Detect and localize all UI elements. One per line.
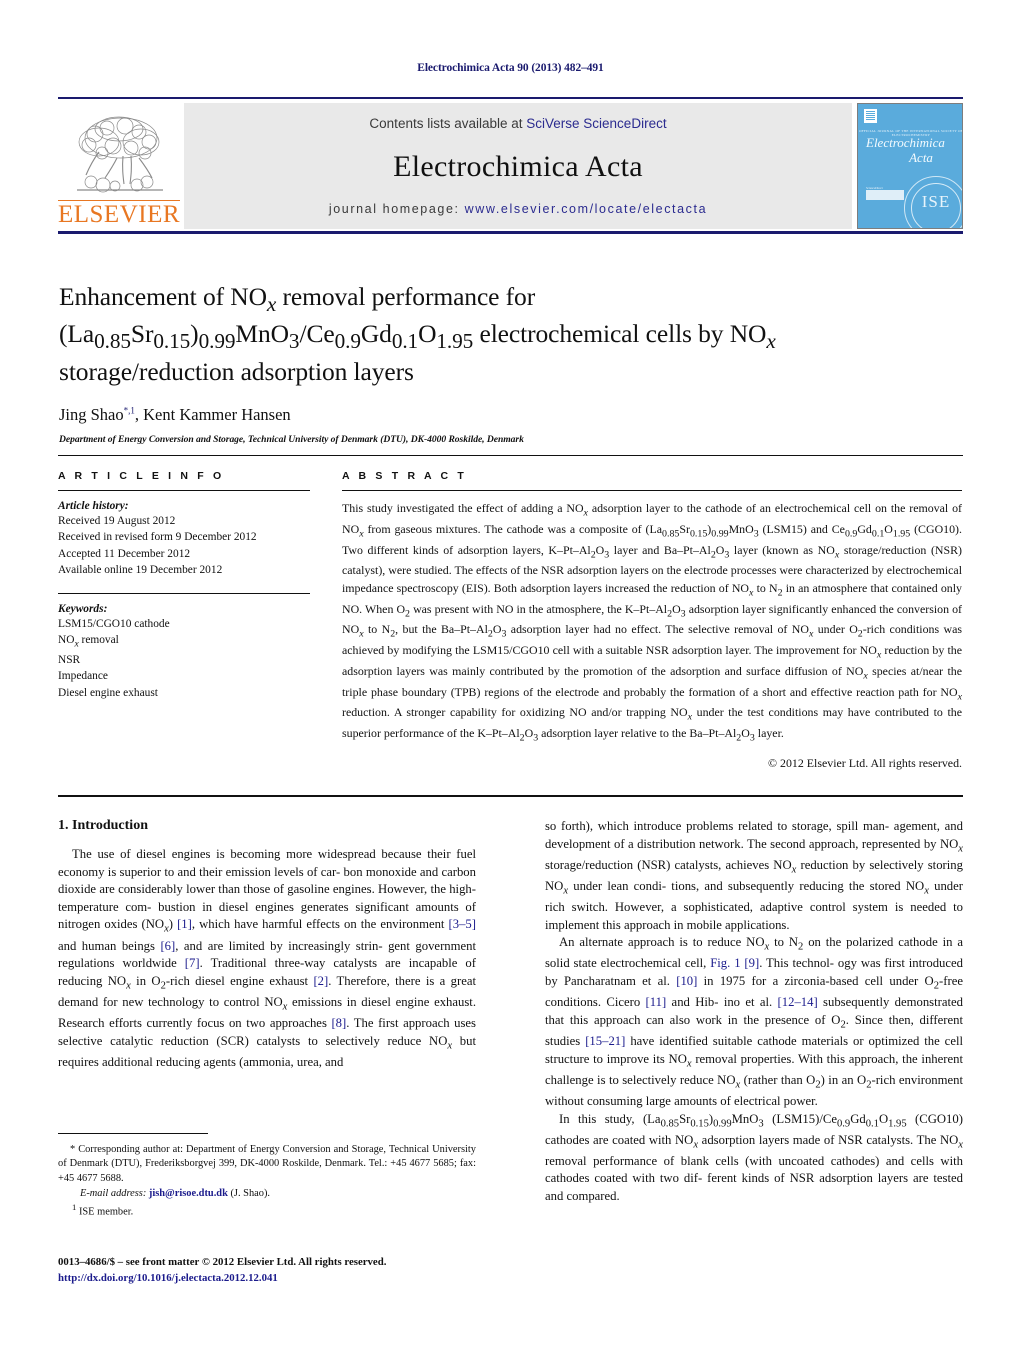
citation-link[interactable]: [8]	[331, 1016, 346, 1030]
section-heading-introduction: 1. Introduction	[58, 818, 148, 833]
journal-homepage-link[interactable]: www.elsevier.com/locate/electacta	[465, 202, 707, 216]
article-history-heading: Article history:	[58, 500, 129, 512]
contents-list-line: Contents lists available at SciVerse Sci…	[369, 116, 666, 131]
citation-link[interactable]: [3–5]	[449, 917, 476, 931]
running-head: Electrochimica Acta 90 (2013) 482–491	[417, 62, 604, 74]
abstract-bottom-rule	[58, 795, 963, 797]
masthead-bottom-rule	[58, 231, 963, 234]
keywords-block: Keywords: LSM15/CGO10 cathode NOx remova…	[58, 592, 310, 702]
paragraph: The use of diesel engines is becoming mo…	[58, 847, 477, 1069]
author-name-2: , Kent Kammer Hansen	[134, 405, 291, 425]
title-block: Enhancement of NOx removal performance f…	[59, 281, 889, 445]
journal-cover-thumbnail: OFFICIAL JOURNAL OF THE INTERNATIONAL SO…	[857, 103, 963, 229]
email-label: E-mail address:	[80, 1187, 147, 1199]
figure-link[interactable]: Fig. 1	[710, 956, 740, 970]
cover-publisher-mark-icon	[864, 109, 877, 123]
cover-title: Electrochimica Acta	[866, 135, 945, 165]
paragraph: In this study, (La0.85Sr0.15)0.99MnO3 (L…	[545, 1111, 963, 1204]
abstract-label: A B S T R A C T	[342, 470, 467, 482]
citation-link[interactable]: [2]	[313, 974, 328, 988]
email-suffix: (J. Shao).	[230, 1187, 271, 1199]
author-name-1: Jing Shao	[59, 405, 124, 425]
corresponding-author-footnote: * Corresponding author at: Department of…	[58, 1144, 476, 1184]
elsevier-logo: ELSEVIER	[57, 103, 181, 229]
abstract-divider	[342, 490, 962, 491]
masthead-center-band: Contents lists available at SciVerse Sci…	[184, 103, 852, 229]
imprint-block: 0013–4686/$ – see front matter © 2012 El…	[58, 1255, 558, 1286]
journal-masthead: ELSEVIER Contents lists available at Sci…	[57, 97, 963, 229]
page-title: Enhancement of NOx removal performance f…	[59, 282, 776, 386]
journal-homepage-line: journal homepage: www.elsevier.com/locat…	[329, 202, 707, 216]
body-column-left: 1. Introduction The use of diesel engine…	[58, 818, 476, 1071]
keyword-item: Impedance	[58, 670, 108, 683]
abstract-column: A B S T R A C T This study investigated …	[342, 470, 962, 771]
ise-society-logo-icon: ISE	[904, 176, 962, 228]
elsevier-tree-icon	[77, 116, 163, 193]
article-history-item: Received in revised form 9 December 2012	[58, 531, 257, 544]
email-address-link[interactable]: jish@risoe.dtu.dk	[149, 1188, 228, 1199]
keywords-divider	[58, 592, 310, 594]
numbered-footnote: 1 ISE member.	[58, 1202, 476, 1220]
footnote-text: ISE member.	[78, 1206, 134, 1218]
cover-title-line1: Electrochimica	[866, 135, 945, 150]
citation-link[interactable]: [10]	[676, 974, 697, 988]
corresponding-author-marker[interactable]: *,1	[124, 406, 135, 416]
article-history-item: Received 19 August 2012	[58, 515, 176, 527]
journal-title: Electrochimica Acta	[393, 149, 643, 183]
article-history-item: Accepted 11 December 2012	[58, 547, 191, 560]
citation-link[interactable]: [1]	[177, 917, 192, 931]
keyword-item: Diesel engine exhaust	[58, 686, 158, 699]
author-list: Jing Shao*,1, Kent Kammer Hansen	[59, 405, 889, 425]
citation-link[interactable]: [15–21]	[585, 1034, 625, 1048]
citation-link[interactable]: [11]	[646, 995, 667, 1009]
article-info-divider	[58, 490, 310, 491]
abstract-text: This study investigated the effect of ad…	[342, 501, 963, 744]
article-history-item: Available online 19 December 2012	[58, 564, 223, 577]
imprint-line: 0013–4686/$ – see front matter © 2012 El…	[58, 1256, 387, 1268]
email-footnote: E-mail address: jish@risoe.dtu.dk (J. Sh…	[58, 1187, 476, 1201]
keyword-item: LSM15/CGO10 cathode	[58, 617, 170, 630]
info-section-top-rule	[58, 455, 963, 456]
sciencedirect-link[interactable]: SciVerse ScienceDirect	[526, 116, 666, 131]
keyword-item: NSR	[58, 654, 81, 667]
paragraph: An alternate approach is to reduce NOx t…	[545, 935, 964, 1108]
article-info-label: A R T I C L E I N F O	[58, 470, 225, 482]
citation-link[interactable]: [6]	[160, 939, 175, 953]
journal-article-page: Electrochimica Acta 90 (2013) 482–491 EL…	[0, 0, 1021, 1351]
body-column-right: so forth), which introduce problems rela…	[545, 818, 963, 1206]
footnotes-block: * Corresponding author at: Department of…	[58, 1143, 476, 1220]
paragraph: so forth), which introduce problems rela…	[545, 819, 963, 932]
keywords-heading: Keywords:	[58, 602, 108, 615]
article-info-column: A R T I C L E I N F O Article history: R…	[58, 470, 310, 701]
keyword-item: NOx removal	[58, 634, 119, 650]
elsevier-wordmark: ELSEVIER	[57, 200, 181, 228]
affiliation: Department of Energy Conversion and Stor…	[59, 434, 524, 446]
abstract-copyright: © 2012 Elsevier Ltd. All rights reserved…	[768, 756, 962, 771]
citation-link[interactable]: [12–14]	[778, 995, 818, 1009]
homepage-prefix: journal homepage:	[328, 202, 465, 216]
citation-link[interactable]: [7]	[185, 956, 200, 970]
cover-title-line2: Acta	[909, 149, 933, 165]
footnote-divider	[58, 1133, 208, 1134]
contents-prefix: Contents lists available at	[369, 116, 527, 131]
citation-link[interactable]: [9]	[744, 956, 759, 970]
cover-badge-box	[866, 190, 904, 200]
ise-logo-text: ISE	[921, 192, 951, 211]
doi-link[interactable]: http://dx.doi.org/10.1016/j.electacta.20…	[58, 1271, 558, 1287]
footnote-marker: 1	[72, 1202, 77, 1212]
